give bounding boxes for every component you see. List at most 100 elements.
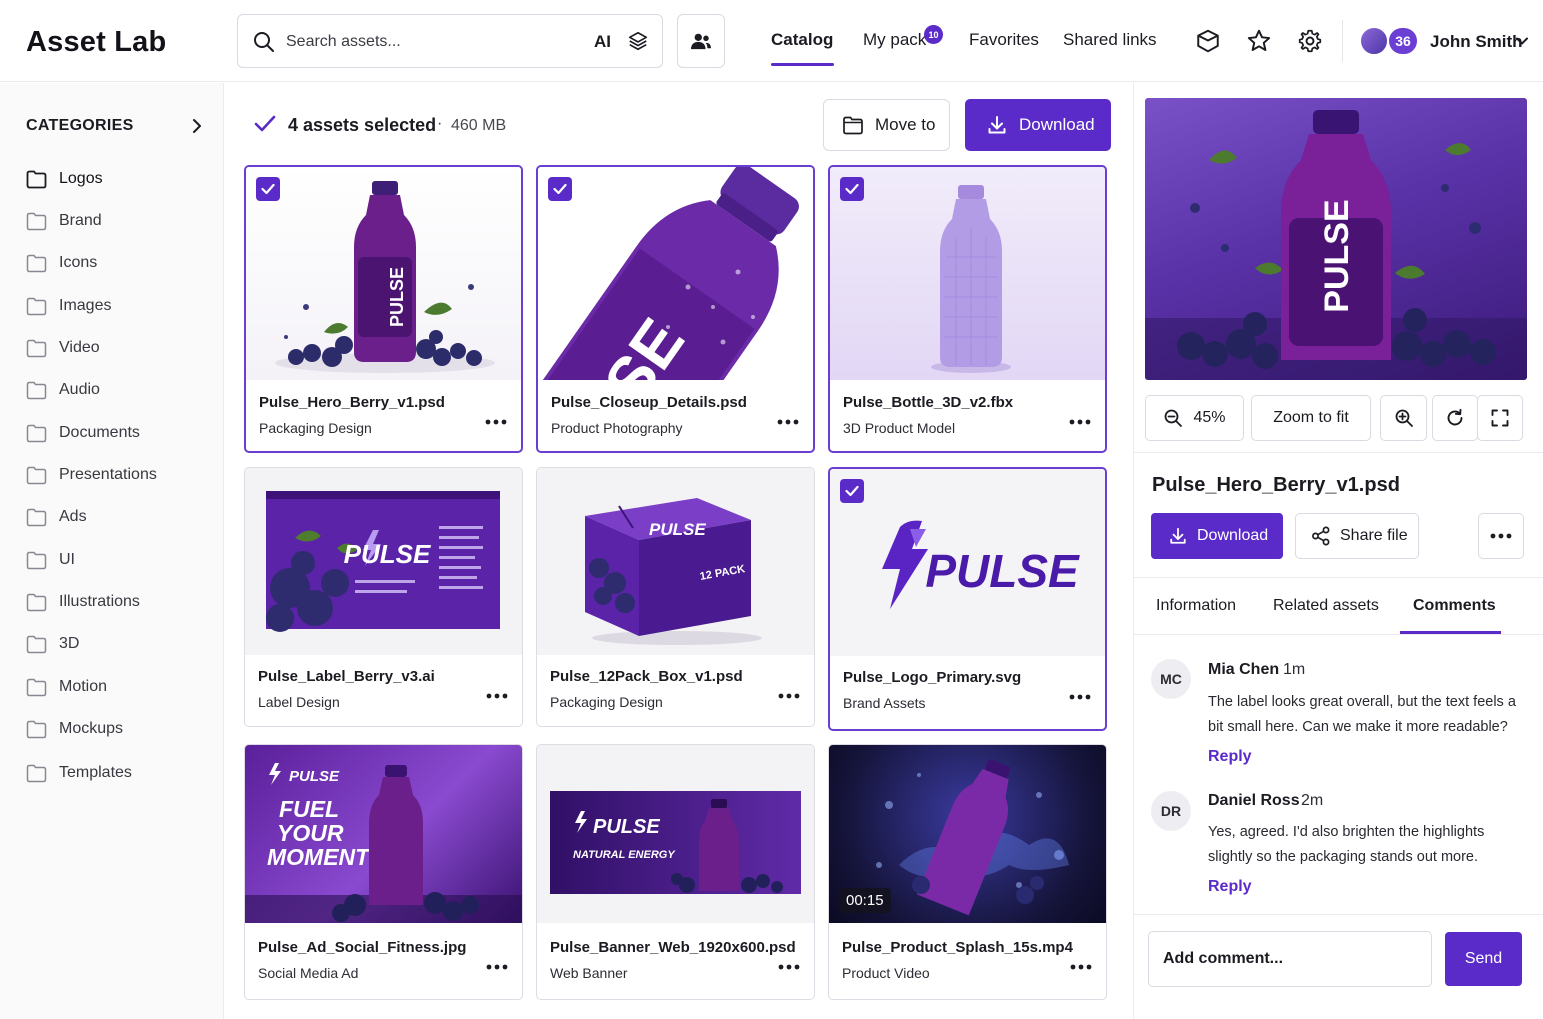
sidebar-item-logos[interactable]: Logos	[26, 166, 103, 192]
sidebar-item-illustrations[interactable]: Illustrations	[26, 589, 140, 615]
comment-time: 2m	[1301, 792, 1324, 809]
asset-name: Pulse_12Pack_Box_v1.psd	[550, 668, 743, 685]
more-options-button[interactable]	[1478, 513, 1524, 559]
download-selected-button[interactable]: Download	[965, 99, 1111, 151]
comment-field[interactable]	[1148, 931, 1432, 987]
comment-text: The label looks great overall, but the t…	[1208, 694, 1516, 735]
sidebar-item-motion[interactable]: Motion	[26, 674, 107, 700]
send-button[interactable]: Send	[1445, 932, 1522, 986]
more-icon[interactable]	[778, 693, 800, 699]
asset-checkbox[interactable]	[256, 177, 280, 201]
more-icon[interactable]	[1069, 694, 1091, 700]
reply-link[interactable]: Reply	[1208, 878, 1252, 896]
rotate-button[interactable]	[1432, 395, 1478, 441]
asset-card[interactable]: SE Pulse_Closeup_Details.psd Product Pho…	[536, 165, 815, 453]
tab-related-assets[interactable]: Related assets	[1273, 597, 1379, 615]
comment-author: Daniel Ross	[1208, 792, 1300, 809]
user-name[interactable]: John Smith	[1430, 32, 1523, 52]
sidebar-item-label: Mockups	[59, 720, 124, 737]
sidebar-item-label: Icons	[59, 254, 98, 271]
asset-card[interactable]: Pulse_Bottle_3D_v2.fbx 3D Product Model	[828, 165, 1107, 453]
tab-comments[interactable]: Comments	[1413, 597, 1496, 615]
asset-card[interactable]: 00:15 Pulse_Product_Splash_15s.mp4 Produ…	[828, 744, 1107, 1000]
more-icon[interactable]	[1070, 964, 1092, 970]
asset-type: Label Design	[258, 694, 340, 710]
zoom-to-fit-button[interactable]: Zoom to fit	[1251, 395, 1371, 441]
folder-icon	[26, 212, 47, 231]
sidebar-item-presentations[interactable]: Presentations	[26, 462, 157, 488]
sidebar-item-ads[interactable]: Ads	[26, 504, 87, 530]
asset-type: Packaging Design	[259, 420, 372, 436]
search-input[interactable]	[286, 27, 576, 57]
more-icon[interactable]	[486, 693, 508, 699]
share-file-button[interactable]: Share file	[1295, 513, 1419, 559]
asset-card[interactable]: PULSE Pulse_Hero_Berry_v1.psd Packaging …	[244, 165, 523, 453]
sidebar-item-icons[interactable]: Icons	[26, 250, 97, 276]
asset-card[interactable]: PULSE 12 PACK Pulse_12Pack_Box_v1.psd Pa…	[536, 467, 815, 727]
comment-author: Mia Chen	[1208, 661, 1280, 678]
fullscreen-button[interactable]	[1477, 395, 1523, 441]
selection-separator: ·	[437, 115, 443, 132]
nav-my-pack[interactable]: My pack	[863, 30, 926, 50]
sidebar-item-label: Images	[59, 297, 112, 314]
search-bar[interactable]: AI	[237, 14, 663, 68]
nav-favorites[interactable]: Favorites	[969, 30, 1039, 50]
sidebar-item-templates[interactable]: Templates	[26, 760, 132, 786]
folder-icon	[26, 508, 47, 527]
more-icon[interactable]	[485, 419, 507, 425]
more-icon[interactable]	[778, 964, 800, 970]
asset-name: Pulse_Logo_Primary.svg	[843, 669, 1022, 686]
more-icon[interactable]	[486, 964, 508, 970]
thumb-brand-text: PULSE	[649, 520, 706, 539]
asset-checkbox[interactable]	[840, 177, 864, 201]
sidebar-item-label: Documents	[59, 424, 140, 441]
folder-icon	[26, 339, 47, 358]
asset-thumbnail: PULSE 12 PACK	[537, 468, 814, 655]
folder-icon	[26, 424, 47, 443]
move-to-button[interactable]: Move to	[823, 99, 950, 151]
more-icon[interactable]	[1069, 419, 1091, 425]
comment-time: 1m	[1283, 661, 1306, 678]
comment-input[interactable]	[1149, 932, 1431, 986]
star-icon[interactable]	[1245, 27, 1273, 55]
chevron-right-icon[interactable]	[190, 117, 204, 135]
search-icon	[252, 30, 276, 54]
asset-checkbox[interactable]	[840, 479, 864, 503]
download-file-button[interactable]: Download	[1151, 513, 1283, 559]
gear-icon[interactable]	[1296, 27, 1324, 55]
tab-information[interactable]: Information	[1156, 597, 1236, 615]
ai-search-toggle[interactable]: AI	[594, 32, 611, 52]
people-icon	[690, 31, 712, 51]
reply-link[interactable]: Reply	[1208, 748, 1252, 766]
team-button[interactable]	[677, 14, 725, 68]
asset-card[interactable]: PULSE FUEL YOUR MOMENT Pulse_Ad_Social_F…	[244, 744, 523, 1000]
more-icon[interactable]	[777, 419, 799, 425]
nav-shared-links[interactable]: Shared links	[1063, 30, 1157, 50]
sidebar-item-video[interactable]: Video	[26, 335, 100, 361]
chevron-down-icon[interactable]	[1515, 34, 1529, 48]
avatar-count[interactable]: 36	[1387, 26, 1419, 56]
sidebar-item-brand[interactable]: Brand	[26, 208, 102, 234]
sidebar-item-mockups[interactable]: Mockups	[26, 716, 123, 742]
sidebar-item-audio[interactable]: Audio	[26, 377, 100, 403]
asset-card[interactable]: PULSE Pulse_Logo_Primary.svg Brand Asset…	[828, 467, 1107, 731]
asset-name: Pulse_Closeup_Details.psd	[551, 394, 747, 411]
sidebar-item-documents[interactable]: Documents	[26, 420, 140, 446]
zoom-level-button[interactable]: 45%	[1145, 395, 1244, 441]
asset-card[interactable]: PULSE Pulse_Label_Berry_v3.ai Label Desi…	[244, 467, 523, 727]
sidebar-item-3d[interactable]: 3D	[26, 631, 79, 657]
asset-checkbox[interactable]	[548, 177, 572, 201]
avatar[interactable]	[1359, 26, 1389, 56]
download-label: Download	[1197, 527, 1269, 544]
selected-file-name: Pulse_Hero_Berry_v1.psd	[1152, 474, 1400, 496]
box-icon[interactable]	[1194, 27, 1222, 55]
sidebar-item-ui[interactable]: UI	[26, 547, 75, 573]
header-divider	[1342, 20, 1343, 62]
nav-catalog[interactable]: Catalog	[771, 30, 833, 50]
checkmark-icon[interactable]	[254, 114, 276, 134]
layers-icon[interactable]	[627, 30, 649, 52]
app-logo: Asset Lab	[26, 26, 167, 58]
sidebar-item-images[interactable]: Images	[26, 293, 111, 319]
asset-card[interactable]: PULSE NATURAL ENERGY Pulse_Banner_Web_19…	[536, 744, 815, 1000]
zoom-in-button[interactable]	[1380, 395, 1427, 441]
